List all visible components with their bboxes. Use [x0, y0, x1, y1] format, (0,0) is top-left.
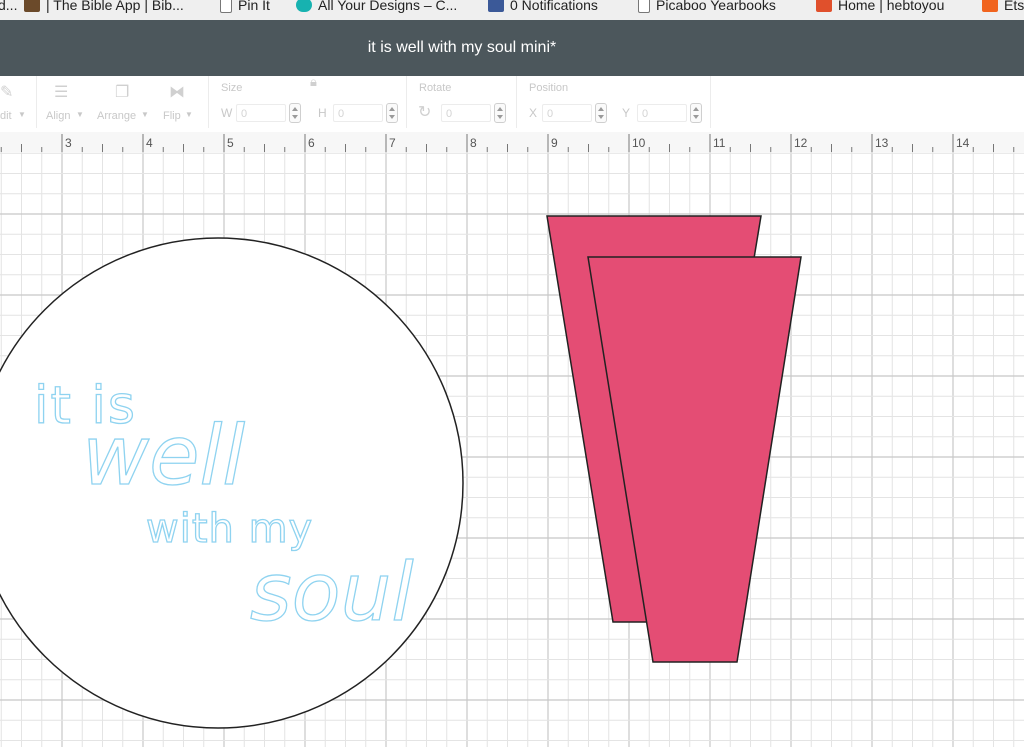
project-title: it is well with my soul mini*	[367, 39, 557, 56]
x-value: 0	[547, 108, 554, 120]
chevron-down-icon: ▼	[76, 110, 84, 119]
ruler-label: 7	[389, 136, 396, 150]
ruler-label: 13	[875, 136, 889, 150]
position-label: Position	[529, 82, 569, 94]
bookmarks-bar: d... | The Bible App | Bib... Pin It All…	[0, 0, 1024, 21]
flip-button[interactable]: ⧓ Flip ▼	[163, 76, 203, 128]
bookmark-label: Ets	[1004, 0, 1024, 13]
ruler-label: 10	[632, 136, 646, 150]
edit-label: dit	[0, 110, 12, 122]
align-button[interactable]: ☰ Align ▼	[46, 76, 88, 128]
bookmark-item[interactable]: 0 Notifications	[488, 0, 598, 15]
rotate-field[interactable]: 0	[441, 104, 491, 122]
cricut-icon	[296, 0, 312, 12]
ruler-label: 9	[551, 136, 558, 150]
ruler-label: 11	[713, 136, 726, 150]
edit-button[interactable]: ✎ dit ▼	[0, 76, 34, 128]
width-stepper[interactable]	[289, 103, 301, 123]
circle-design-group[interactable]: it is well with my soul	[0, 237, 464, 729]
arrange-icon: ❐	[115, 84, 130, 101]
rotate-icon: ↻	[418, 104, 432, 121]
page-icon	[220, 0, 232, 13]
chevron-down-icon: ▼	[185, 110, 193, 119]
ruler-graphic: 3 4 5 6 7 8 9 10 11 12 13 14	[0, 134, 1015, 152]
bookmark-item[interactable]: Home | hebtoyou	[816, 0, 944, 15]
ruler-label: 3	[65, 136, 72, 150]
bookmark-label: Picaboo Yearbooks	[656, 0, 776, 13]
ruler-label: 5	[227, 136, 234, 150]
ruler-label: 4	[146, 136, 153, 150]
y-stepper[interactable]	[690, 103, 702, 123]
ruler-labels: 3 4 5 6 7 8 9 10 11 12 13 14	[65, 136, 970, 150]
width-label: W	[221, 106, 233, 120]
ruler-label: 14	[956, 136, 970, 150]
bookmark-item[interactable]: Pin It	[220, 0, 270, 15]
width-field[interactable]: 0	[236, 104, 286, 122]
bookmark-label: d...	[0, 0, 18, 13]
bookmark-label: 0 Notifications	[510, 0, 598, 13]
rotate-value: 0	[446, 108, 453, 120]
align-label: Align	[46, 110, 71, 122]
design-layers: it is well with my soul	[0, 215, 802, 729]
x-stepper[interactable]	[595, 103, 607, 123]
height-field[interactable]: 0	[333, 104, 383, 122]
ruler-label: 6	[308, 136, 315, 150]
bookmark-label: Pin It	[238, 0, 270, 13]
bookmark-label: All Your Designs – C...	[318, 0, 458, 13]
bookmark-item[interactable]: All Your Designs – C...	[296, 0, 457, 15]
lock-icon[interactable]: 🔒︎	[310, 74, 317, 90]
rotate-stepper[interactable]	[494, 103, 506, 123]
etsy-icon	[982, 0, 998, 12]
align-icon: ☰	[54, 84, 69, 101]
chevron-down-icon: ▼	[141, 110, 149, 119]
ruler-label: 12	[794, 136, 808, 150]
rotate-label: Rotate	[419, 82, 452, 94]
height-value: 0	[338, 108, 345, 120]
flip-label: Flip	[163, 110, 181, 122]
trapezoid-shapes-group[interactable]	[546, 215, 802, 663]
size-label: Size	[221, 82, 243, 94]
page-icon	[638, 0, 650, 13]
bible-app-icon	[24, 0, 40, 12]
y-label: Y	[622, 106, 631, 120]
design-canvas[interactable]: it is well with my soul	[0, 152, 1024, 747]
horizontal-ruler: 3 4 5 6 7 8 9 10 11 12 13 14	[0, 132, 1024, 153]
bookmark-label: | The Bible App | Bib...	[46, 0, 184, 13]
x-position-field[interactable]: 0	[542, 104, 592, 122]
bookmark-item[interactable]: Picaboo Yearbooks	[638, 0, 776, 15]
flip-icon: ⧓	[169, 84, 185, 101]
width-value: 0	[241, 108, 248, 120]
chevron-down-icon: ▼	[18, 110, 26, 119]
ruler-label: 8	[470, 136, 477, 150]
arrange-label: Arrange	[97, 110, 137, 122]
title-bar: it is well with my soul mini*	[0, 20, 1024, 76]
arrange-button[interactable]: ❐ Arrange ▼	[97, 76, 153, 128]
height-label: H	[318, 106, 327, 120]
text-well[interactable]: well	[81, 408, 246, 504]
y-value: 0	[642, 108, 649, 120]
edit-toolbar: ✎ dit ▼ ☰ Align ▼ ❐ Arrange ▼ ⧓ Flip ▼ S…	[0, 74, 1024, 133]
x-label: X	[529, 106, 538, 120]
facebook-icon	[488, 0, 504, 12]
bookmark-label: Home | hebtoyou	[838, 0, 945, 13]
height-stepper[interactable]	[386, 103, 398, 123]
bookmark-item[interactable]: d...	[0, 0, 17, 15]
bookmark-item[interactable]: Ets	[982, 0, 1024, 15]
edit-icon: ✎	[0, 84, 14, 101]
y-position-field[interactable]: 0	[637, 104, 687, 122]
text-soul[interactable]: soul	[249, 545, 414, 639]
bookmark-item[interactable]: | The Bible App | Bib...	[24, 0, 184, 15]
etsy-shop-icon	[816, 0, 832, 12]
